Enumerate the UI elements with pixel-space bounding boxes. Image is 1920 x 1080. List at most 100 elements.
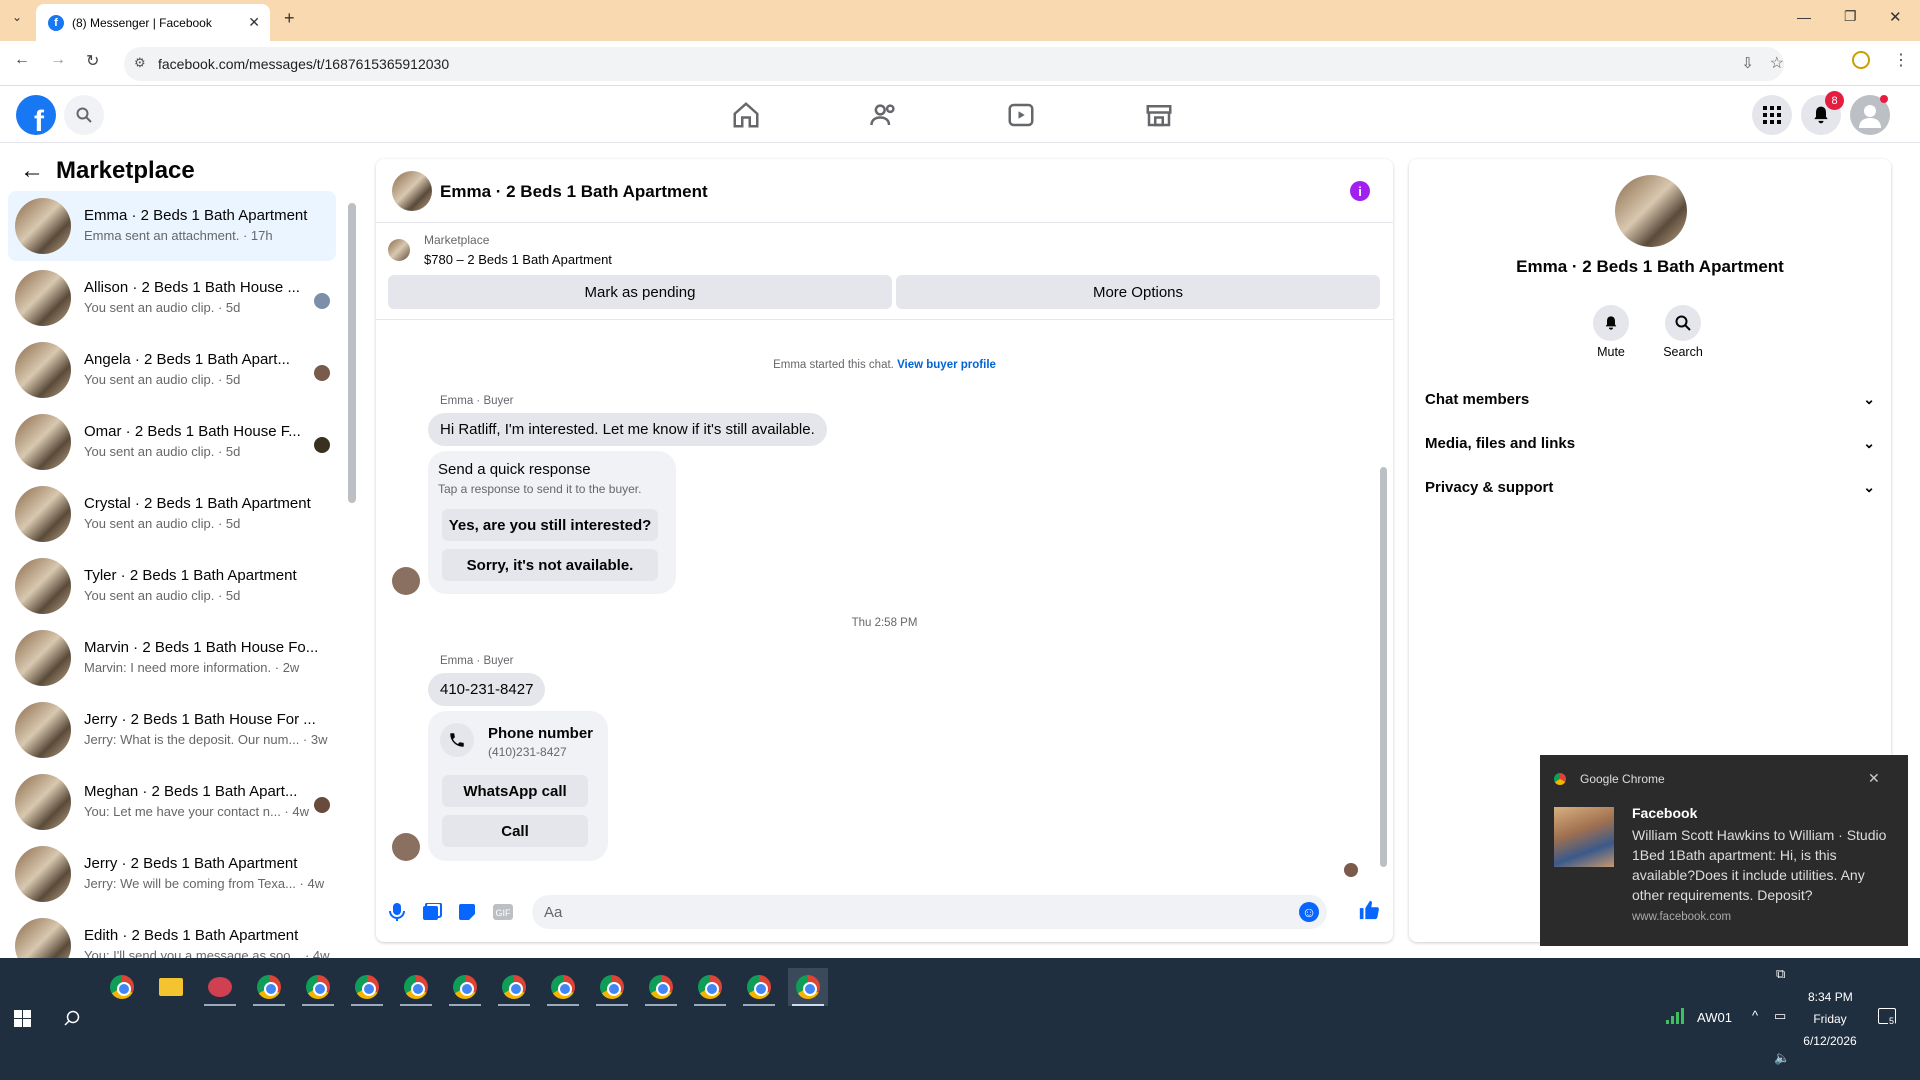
chat-title[interactable]: Emma · 2 Beds 1 Bath Apartment (440, 182, 708, 202)
chrome-profile-window-icon[interactable] (641, 968, 681, 1006)
chrome-notification-toast[interactable]: Google Chrome ✕ Facebook William Scott H… (1540, 755, 1908, 946)
like-icon[interactable] (1358, 899, 1380, 921)
site-info-icon[interactable]: ⚙ (134, 55, 146, 71)
sidebar-scrollbar[interactable] (348, 203, 356, 503)
avatar (15, 846, 71, 902)
url-field[interactable]: ⚙ facebook.com/messages/t/16876153659120… (124, 47, 1784, 81)
contact-avatar[interactable] (1615, 175, 1687, 247)
tab-list-chevron-icon[interactable]: ⌄ (12, 10, 22, 24)
video-icon[interactable] (1006, 100, 1036, 130)
quick-response-title: Send a quick response (438, 461, 591, 478)
conversation-item[interactable]: Meghan · 2 Beds 1 Bath Apart... You: Let … (8, 767, 336, 837)
view-buyer-profile-link[interactable]: View buyer profile (897, 359, 996, 371)
microphone-icon[interactable] (388, 902, 406, 922)
conversation-item[interactable]: Angela · 2 Beds 1 Bath Apart... You sent … (8, 335, 336, 405)
more-options-button[interactable]: More Options (896, 275, 1380, 309)
conversation-item[interactable]: Jerry · 2 Beds 1 Bath Apartment Jerry: We… (8, 839, 336, 909)
chrome-profile-window-icon[interactable] (347, 968, 387, 1006)
home-icon[interactable] (731, 100, 761, 130)
chrome-profile-window-icon[interactable] (445, 968, 485, 1006)
facebook-logo-icon[interactable]: f (16, 95, 56, 135)
info-icon[interactable]: i (1350, 181, 1370, 201)
quick-reply-interested-button[interactable]: Yes, are you still interested? (442, 509, 658, 541)
chat-members-section[interactable]: Chat members ⌄ (1425, 381, 1875, 417)
chrome-profile-window-icon[interactable] (690, 968, 730, 1006)
back-icon[interactable]: ← (14, 51, 30, 69)
notification-close-icon[interactable]: ✕ (1868, 770, 1880, 787)
listing-title[interactable]: $780 – 2 Beds 1 Bath Apartment (424, 252, 612, 267)
search-button[interactable] (64, 95, 104, 135)
marketplace-icon[interactable] (1144, 100, 1174, 130)
forward-icon[interactable]: → (50, 51, 66, 69)
emoji-icon[interactable]: ☺ (1299, 902, 1319, 922)
bell-icon (1605, 316, 1617, 330)
chrome-taskbar-icon[interactable] (102, 968, 142, 1006)
clock-date[interactable]: 6/12/2026 (1798, 1034, 1862, 1048)
tab-close-icon[interactable]: ✕ (248, 14, 260, 31)
message-bubble[interactable]: 410-231-8427 (428, 673, 546, 706)
chat-scrollbar[interactable] (1380, 467, 1387, 867)
chrome-profile-window-icon[interactable] (396, 968, 436, 1006)
chrome-window-icon[interactable] (249, 968, 289, 1006)
file-explorer-icon[interactable] (151, 968, 191, 1006)
conversation-item[interactable]: Jerry · 2 Beds 1 Bath House For ... Jerry… (8, 695, 336, 765)
notifications-button[interactable]: 8 (1801, 91, 1844, 135)
photo-icon[interactable] (422, 903, 442, 921)
minimize-button[interactable]: — (1797, 9, 1811, 25)
chrome-profile-window-icon[interactable] (592, 968, 632, 1006)
chrome-profile-window-icon[interactable] (494, 968, 534, 1006)
sender-avatar (392, 567, 420, 595)
mark-pending-button[interactable]: Mark as pending (388, 275, 892, 309)
taskbar-search-icon[interactable] (64, 1010, 80, 1026)
conversation-item[interactable]: Crystal · 2 Beds 1 Bath Apartment You sen… (8, 479, 336, 549)
chrome-profile-window-icon[interactable] (543, 968, 583, 1006)
close-window-button[interactable]: ✕ (1889, 8, 1902, 26)
chat-avatar[interactable] (392, 171, 432, 211)
conversation-item[interactable]: Edith · 2 Beds 1 Bath Apartment You: I'll… (8, 911, 336, 958)
whatsapp-call-button[interactable]: WhatsApp call (442, 775, 588, 807)
menu-grid-button[interactable] (1752, 95, 1792, 135)
conversation-title: Jerry · 2 Beds 1 Bath House For ... (84, 711, 316, 728)
call-button[interactable]: Call (442, 815, 588, 847)
search-conversation-button[interactable] (1665, 305, 1701, 341)
display-icon[interactable]: ▭ (1774, 1008, 1786, 1024)
conversation-item[interactable]: Marvin · 2 Beds 1 Bath House Fo... Marvin… (8, 623, 336, 693)
account-avatar[interactable] (1850, 95, 1890, 135)
chrome-profile-window-icon[interactable] (298, 968, 338, 1006)
browser-tab[interactable]: f (8) Messenger | Facebook ✕ (36, 4, 270, 41)
friends-icon[interactable] (869, 100, 899, 130)
chrome-profile-window-icon[interactable] (788, 968, 828, 1006)
gif-icon[interactable]: GIF (493, 904, 513, 920)
app-taskbar-icon[interactable] (200, 968, 240, 1006)
mute-button[interactable] (1593, 305, 1629, 341)
browser-menu-icon[interactable]: ⋮ (1893, 50, 1909, 70)
volume-icon[interactable]: 🔈 (1774, 1050, 1790, 1066)
privacy-support-section[interactable]: Privacy & support ⌄ (1425, 469, 1875, 505)
new-tab-button[interactable]: + (284, 8, 295, 29)
show-hidden-icons-chevron-icon[interactable]: ^ (1752, 1008, 1758, 1023)
back-arrow-icon[interactable]: ← (20, 157, 44, 185)
conversation-item[interactable]: Allison · 2 Beds 1 Bath House ... You sen… (8, 263, 336, 333)
message-bubble[interactable]: Hi Ratliff, I'm interested. Let me know … (428, 413, 827, 446)
chrome-profile-window-icon[interactable] (739, 968, 779, 1006)
clock-day[interactable]: Friday (1808, 1012, 1852, 1026)
conversation-item[interactable]: Tyler · 2 Beds 1 Bath Apartment You sent … (8, 551, 336, 621)
clock-time[interactable]: 8:34 PM (1808, 990, 1853, 1004)
action-center-icon[interactable]: 5 (1878, 1008, 1896, 1026)
conversation-item[interactable]: Emma · 2 Beds 1 Bath Apartment Emma sent … (8, 191, 336, 261)
conversation-item[interactable]: Omar · 2 Beds 1 Bath House F... You sent … (8, 407, 336, 477)
tablet-mode-icon[interactable]: ⧉ (1776, 966, 1785, 982)
install-app-icon[interactable]: ⇩ (1741, 54, 1754, 72)
network-name[interactable]: AW01 (1697, 1010, 1732, 1025)
windows-start-icon[interactable] (14, 1010, 31, 1027)
profile-icon[interactable] (1852, 51, 1870, 69)
restore-button[interactable]: ❐ (1844, 8, 1857, 25)
sticker-icon[interactable] (458, 903, 476, 921)
bookmark-star-icon[interactable]: ☆ (1770, 53, 1784, 73)
message-input[interactable]: Aa ☺ (532, 895, 1327, 929)
avatar (15, 558, 71, 614)
media-files-links-section[interactable]: Media, files and links ⌄ (1425, 425, 1875, 461)
reload-icon[interactable]: ↻ (86, 51, 99, 71)
network-signal-icon[interactable] (1666, 1006, 1688, 1024)
quick-reply-unavailable-button[interactable]: Sorry, it's not available. (442, 549, 658, 581)
